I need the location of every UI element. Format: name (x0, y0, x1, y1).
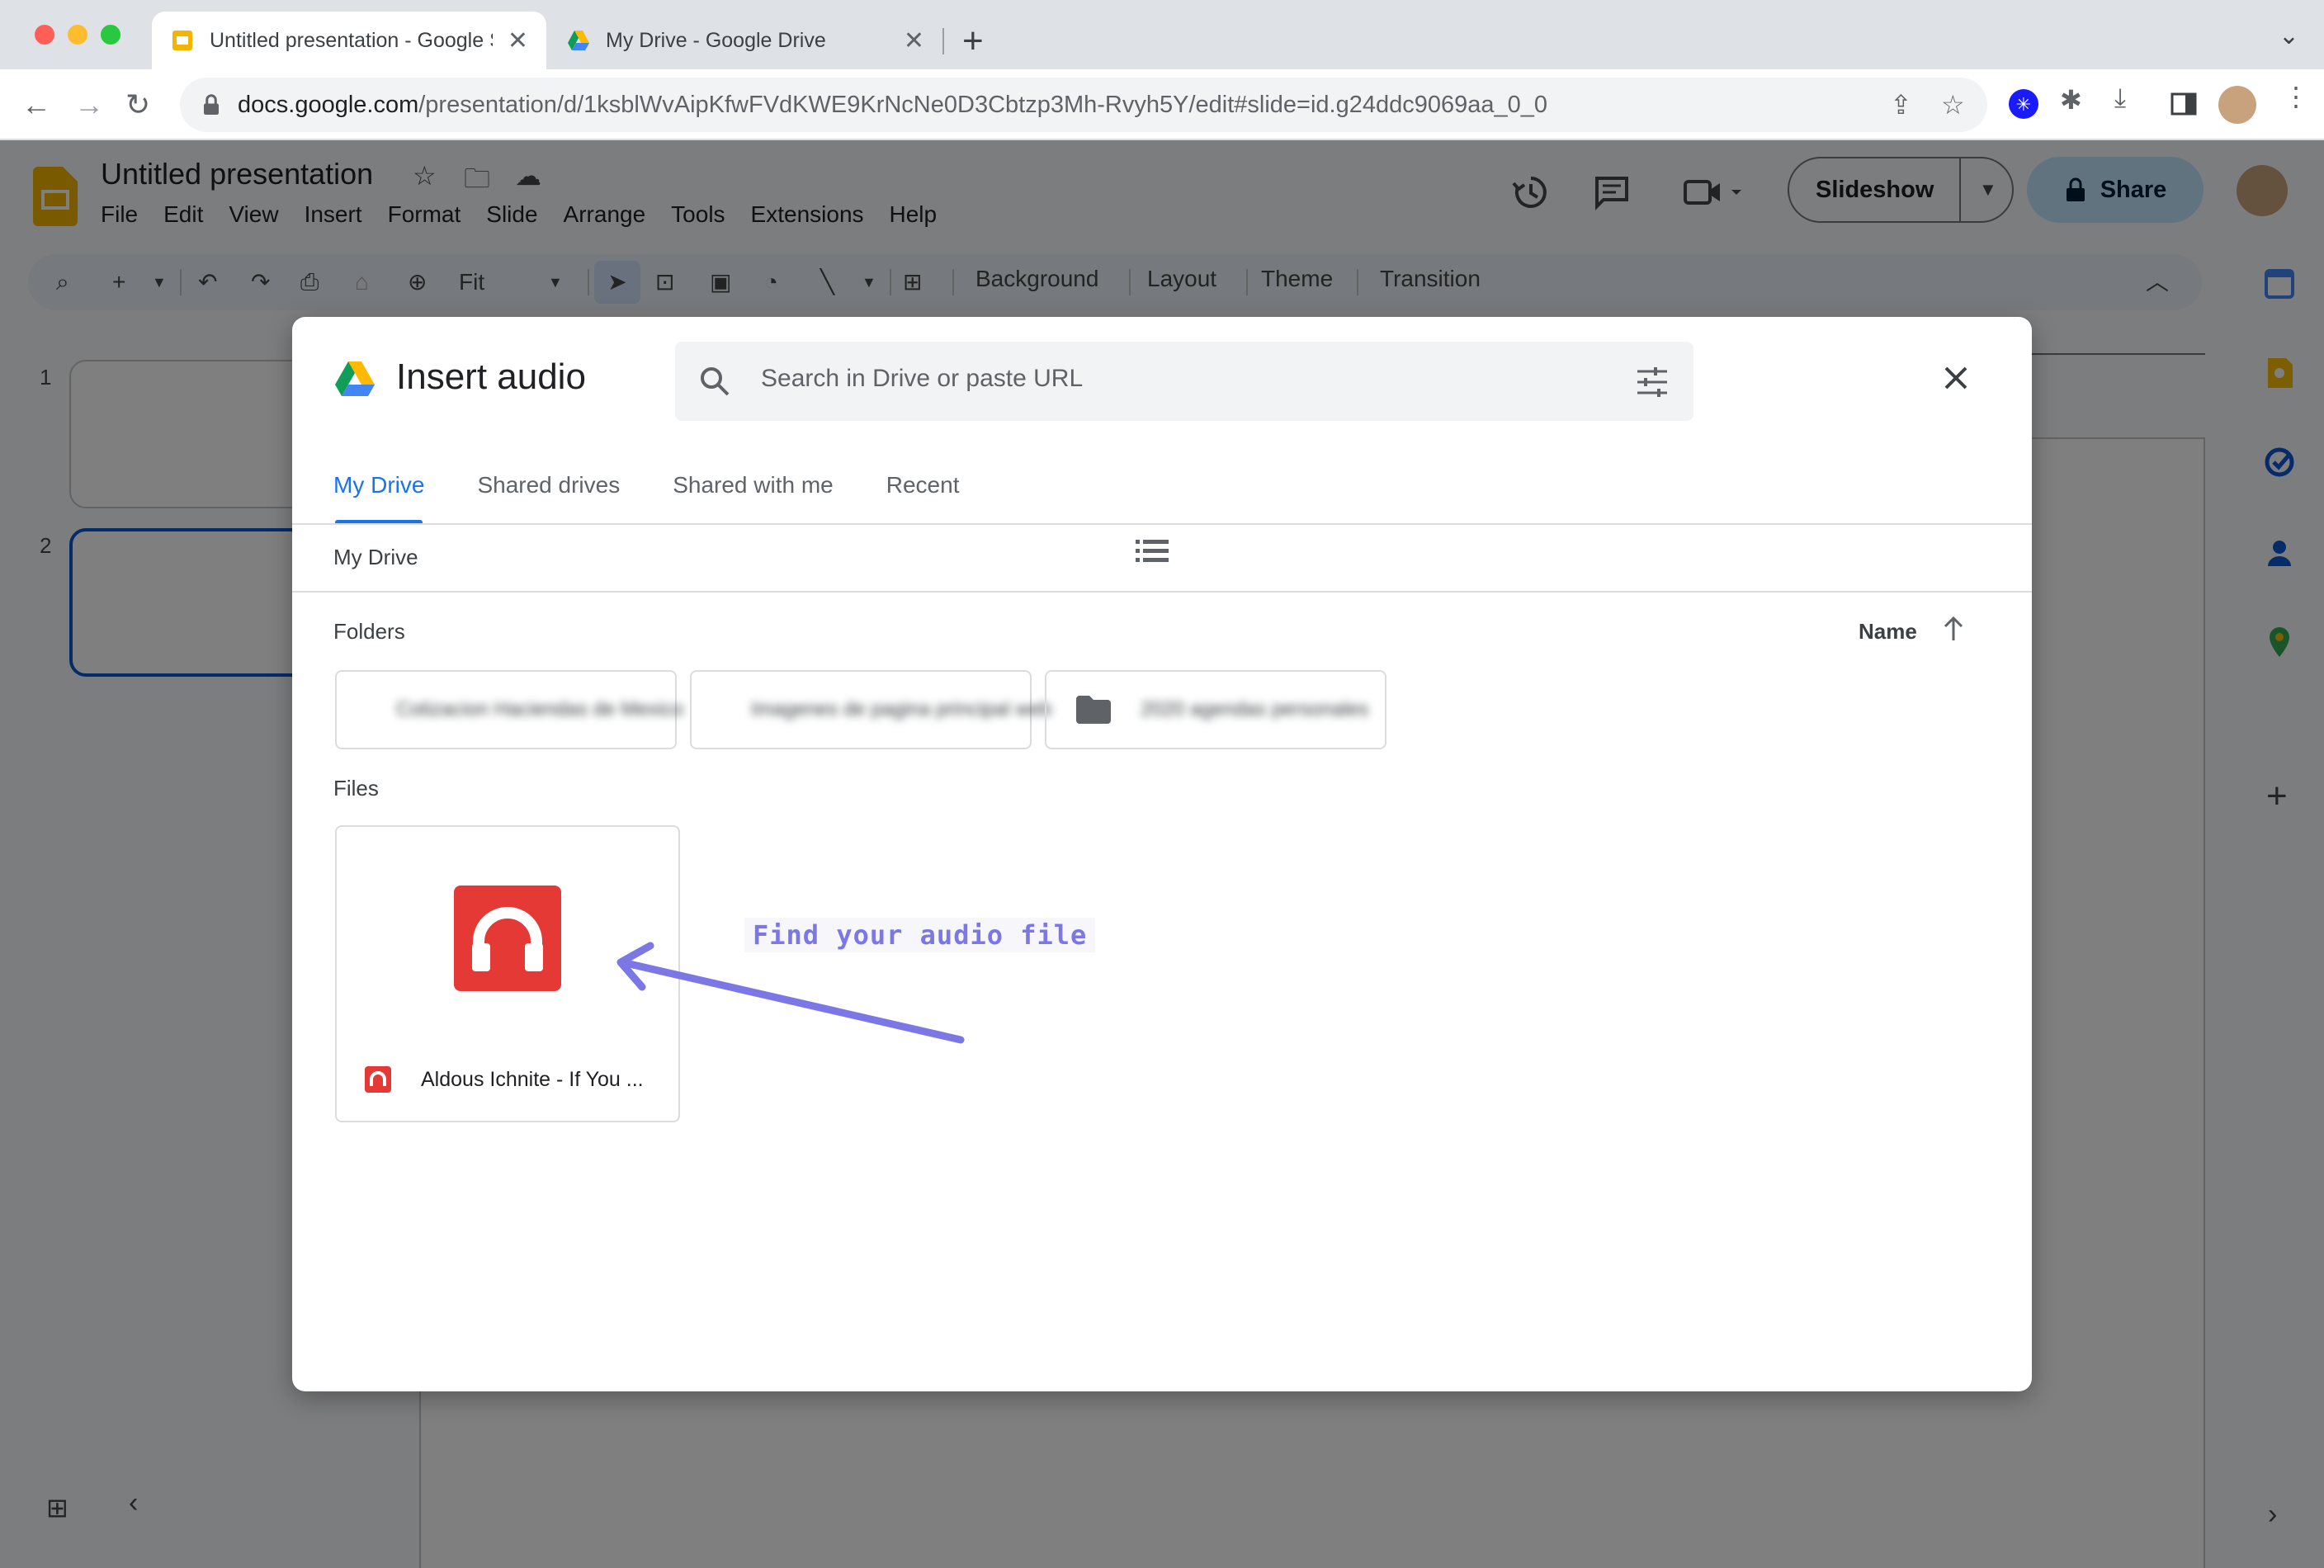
tab-title: Untitled presentation - Google Slides (210, 29, 493, 53)
minimize-window-button[interactable] (68, 25, 87, 45)
forward-arrow-icon[interactable]: → (74, 84, 104, 125)
browser-tab-drive[interactable]: My Drive - Google Drive ✕ (548, 12, 942, 69)
insert-audio-dialog: Insert audio My Drive Shared drives Shar… (292, 317, 2032, 1391)
extension-icon[interactable]: ✳ (2005, 86, 2042, 122)
url-path: /presentation/d/1ksblWvAipKfwFVdKWE9KrNc… (418, 92, 1547, 118)
share-page-icon[interactable]: ⇪ (1890, 89, 1912, 120)
address-bar[interactable]: docs.google.com/presentation/d/1ksblWvAi… (180, 78, 1987, 132)
annotation-callout: Find your audio file (744, 918, 1095, 952)
side-panel-icon[interactable] (2166, 86, 2202, 122)
tab-separator (942, 28, 944, 54)
profile-avatar[interactable] (2218, 86, 2256, 124)
url-host: docs.google.com (238, 92, 418, 118)
tab-search-chevron-icon[interactable]: ⌄ (2279, 21, 2299, 50)
close-window-button[interactable] (35, 25, 54, 45)
lock-icon[interactable] (196, 90, 226, 120)
browser-toolbar: ← → ↻ docs.google.com/presentation/d/1ks… (0, 69, 2324, 140)
annotation-arrow (292, 317, 2032, 1391)
drive-favicon-icon (566, 28, 591, 53)
close-tab-icon[interactable]: ✕ (904, 26, 924, 55)
extensions-puzzle-icon[interactable]: ✱ (2060, 84, 2082, 116)
new-tab-button[interactable]: + (962, 18, 984, 64)
slides-favicon-icon (170, 28, 195, 53)
svg-text:✳: ✳ (2016, 95, 2031, 116)
tab-title: My Drive - Google Drive (606, 29, 889, 53)
browser-tab-slides[interactable]: Untitled presentation - Google Slides ✕ (152, 12, 546, 69)
browser-menu-icon[interactable]: ⋮ (2283, 81, 2309, 112)
reload-icon[interactable]: ↻ (125, 84, 150, 125)
bookmark-star-icon[interactable]: ☆ (1941, 89, 1965, 120)
url-text: docs.google.com/presentation/d/1ksblWvAi… (238, 92, 1547, 119)
back-arrow-icon[interactable]: ← (21, 84, 51, 125)
browser-tab-bar: Untitled presentation - Google Slides ✕ … (0, 0, 2324, 69)
close-tab-icon[interactable]: ✕ (508, 26, 528, 55)
maximize-window-button[interactable] (101, 25, 120, 45)
download-icon[interactable]: ⤓ (2114, 83, 2126, 114)
